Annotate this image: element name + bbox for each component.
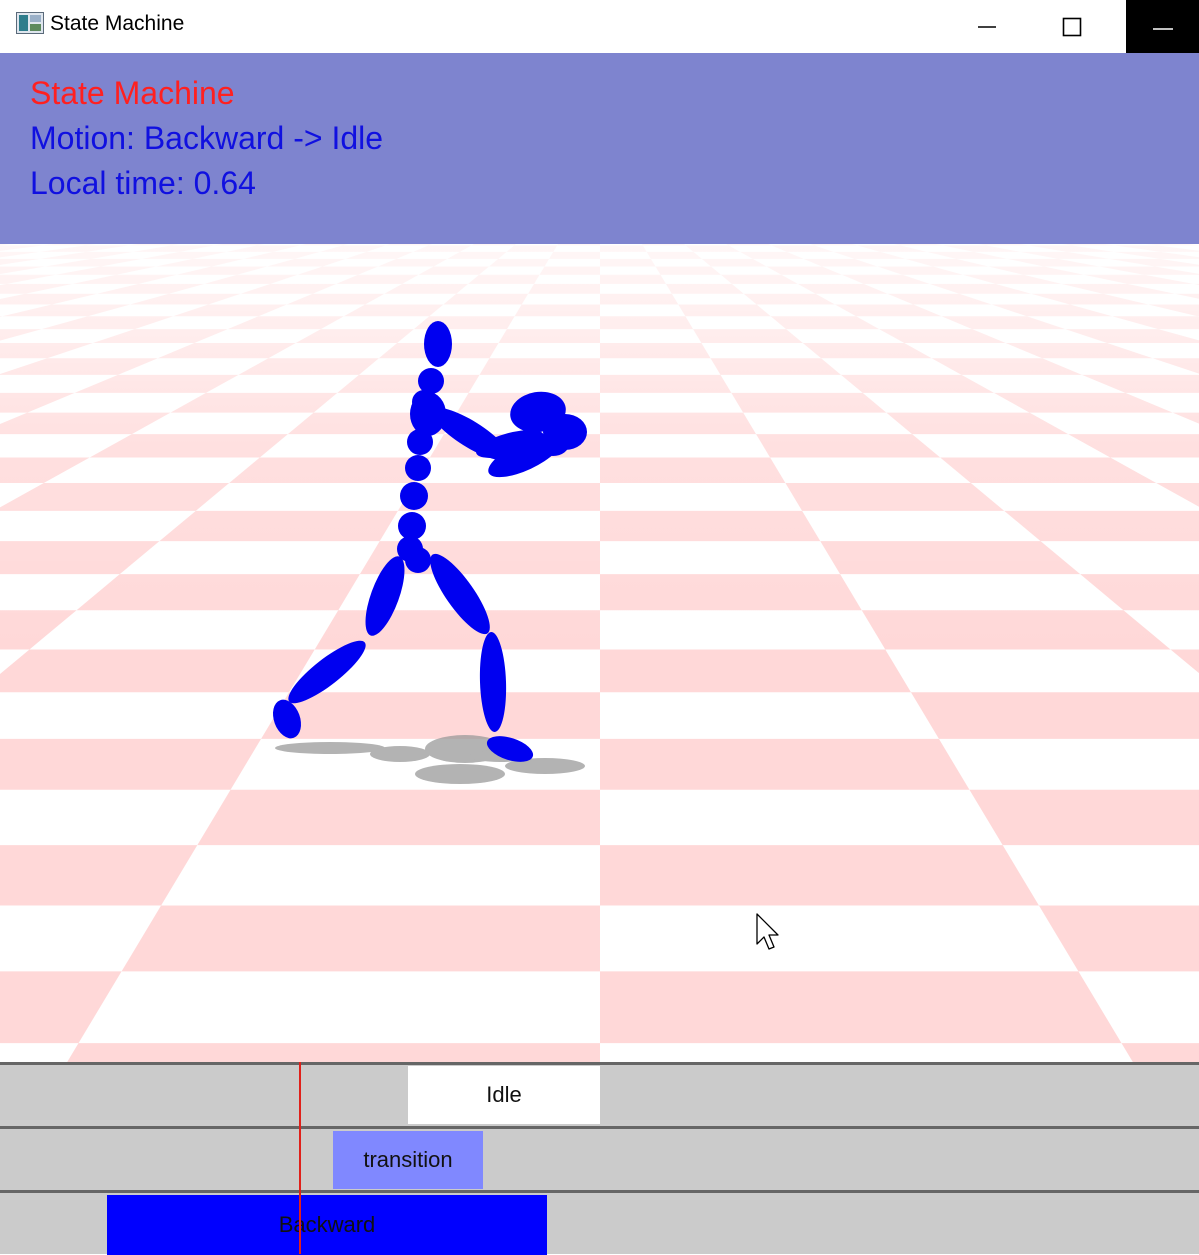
maximize-button[interactable] xyxy=(1043,0,1101,53)
close-button[interactable] xyxy=(1126,0,1199,58)
clip-label: Idle xyxy=(486,1082,522,1107)
app-window-icon xyxy=(16,12,44,34)
3d-viewport[interactable]: State Machine Motion: Backward -> Idle L… xyxy=(0,53,1199,1062)
clip-label: transition xyxy=(363,1147,453,1172)
hud-local-time: Local time: 0.64 xyxy=(30,165,256,201)
clip-transition[interactable]: transition xyxy=(333,1131,483,1189)
clip-backward[interactable]: Backward xyxy=(107,1195,547,1255)
timeline-panel[interactable]: Idle transition Backward xyxy=(0,1062,1199,1255)
timeline-playhead[interactable] xyxy=(299,1062,301,1254)
distance-fog xyxy=(0,244,1199,1062)
clip-idle[interactable]: Idle xyxy=(408,1066,600,1124)
hud-title: State Machine xyxy=(30,75,235,111)
minimize-button[interactable] xyxy=(958,0,1016,53)
timeline-track-backward[interactable]: Backward xyxy=(0,1190,1199,1255)
hud-panel: State Machine Motion: Backward -> Idle L… xyxy=(0,53,1199,244)
title-bar: State Machine xyxy=(0,0,1199,58)
minimize-icon xyxy=(978,25,996,28)
scene-canvas xyxy=(0,244,1199,1062)
timeline-track-transition[interactable]: transition xyxy=(0,1126,1199,1189)
window-title: State Machine xyxy=(50,12,185,35)
timeline-track-idle[interactable]: Idle xyxy=(0,1062,1199,1124)
hud-motion-text: Motion: Backward -> Idle xyxy=(30,120,384,156)
close-icon xyxy=(1152,28,1173,30)
maximize-icon xyxy=(1062,17,1082,36)
clip-label: Backward xyxy=(278,1212,376,1237)
